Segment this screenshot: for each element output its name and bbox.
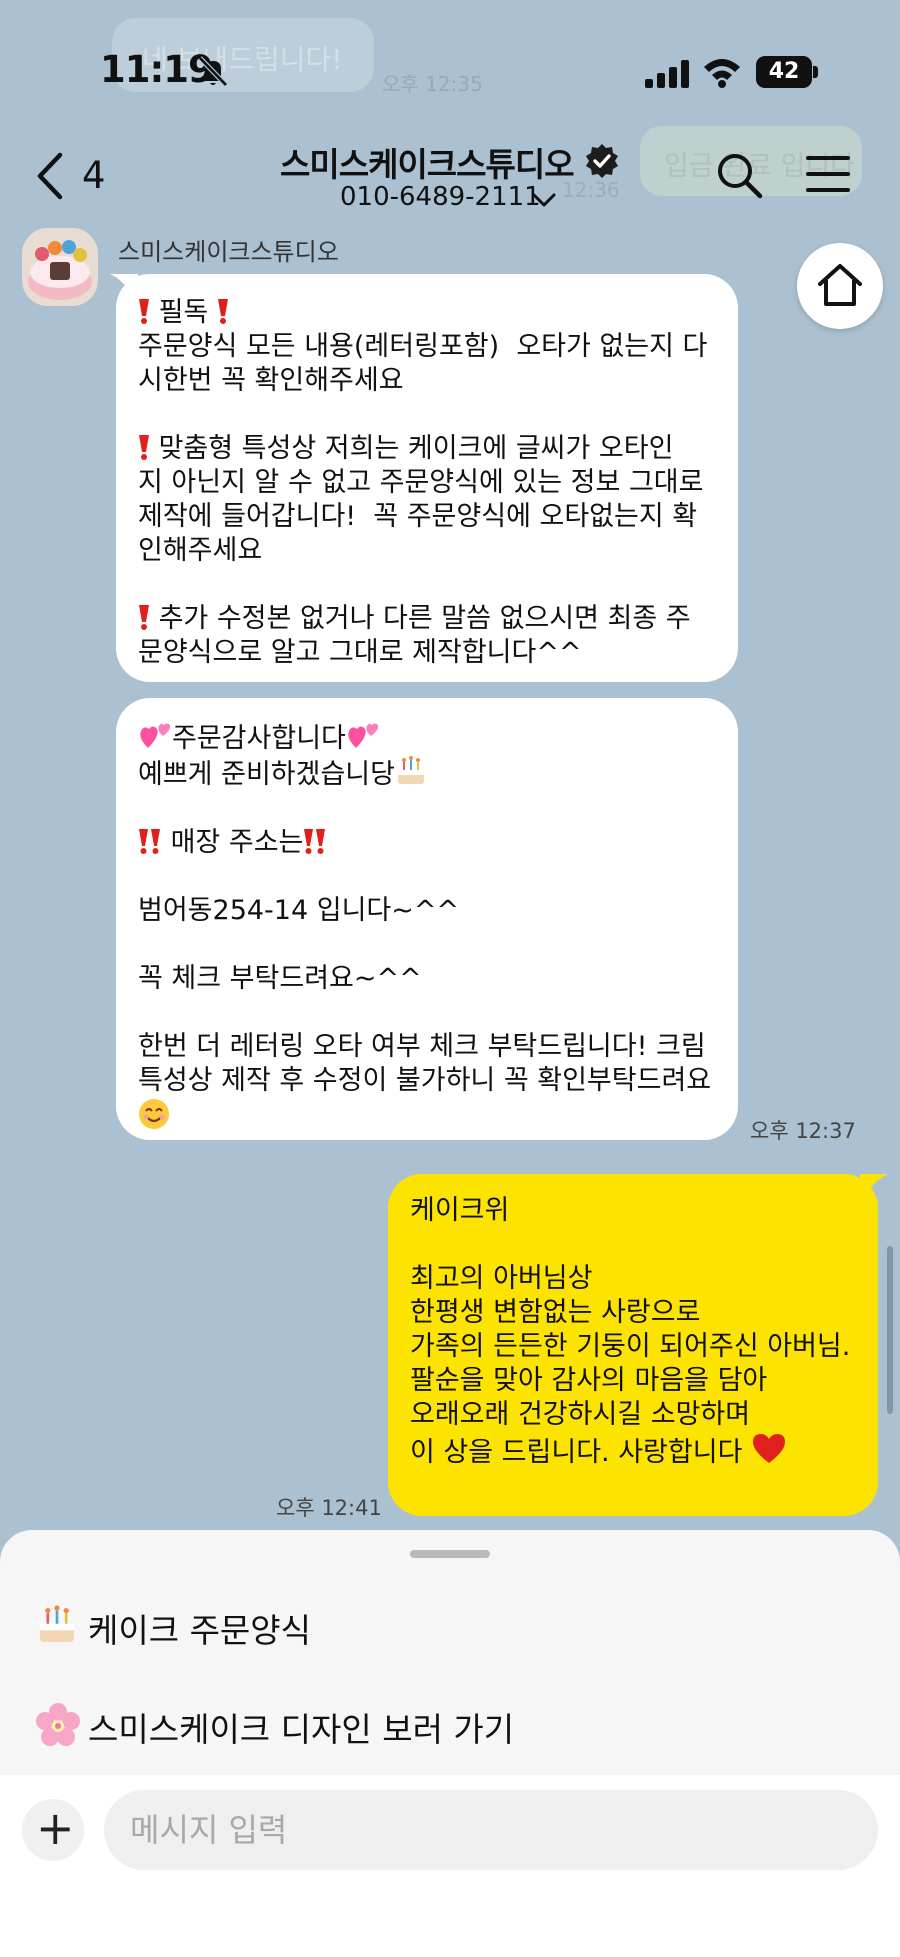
message-time-sent: 오후 12:41	[276, 1496, 382, 1520]
exclamation-icon	[139, 435, 149, 460]
message-text: 추가 수정본 없거나 다른 말씀 없으시면 최종 주 문양식으로 알고 그대로 …	[138, 603, 691, 668]
chevron-down-icon[interactable]	[530, 190, 558, 210]
birthday-cake-icon	[397, 756, 424, 784]
message-text: 예쁘게 준비하겠습니당	[138, 759, 395, 790]
battery-icon: 42	[756, 56, 818, 88]
message-time-received: 오후 12:37	[750, 1119, 856, 1143]
my-message-text-last-line: 이 상을 드립니다. 사랑합니다	[410, 1437, 751, 1468]
quick-menu-view-designs[interactable]: 스미스케이크 디자인 보러 가기	[36, 1693, 736, 1753]
message-text: 한번 더 레터링 오타 여부 체크 부탁드립니다! 크림 특성상 제작 후 수정…	[138, 1031, 712, 1096]
battery-cap	[813, 66, 818, 78]
message-text: 필독	[150, 297, 217, 328]
cake-photo-thumbnail	[22, 228, 98, 306]
message-composer: +	[0, 1775, 900, 1957]
double-exclamation-icon	[304, 829, 326, 854]
plus-icon: +	[36, 1801, 75, 1855]
exclamation-icon	[217, 299, 228, 324]
cherry-blossom-icon	[36, 1703, 80, 1746]
message-text: 맞춤형 특성상 저희는 케이크에 글씨가 오타인 지 아닌지 알 수 없고 주문…	[138, 433, 704, 566]
red-heart-icon	[753, 1434, 785, 1463]
message-bubble-thanks[interactable]: 주문감사합니다 예쁘게 준비하겠습니당 매장 주소는 범어동254-14 입니다…	[116, 698, 738, 1140]
chat-scrollbar[interactable]	[887, 1246, 893, 1414]
sheet-drag-handle[interactable]	[410, 1550, 490, 1558]
quick-menu-label: 스미스케이크 디자인 보러 가기	[88, 1710, 515, 1749]
two-hearts-icon	[348, 723, 379, 748]
smiling-face-icon	[139, 1099, 169, 1129]
message-input[interactable]	[104, 1790, 878, 1870]
bell-off-icon	[198, 56, 228, 87]
home-icon	[818, 264, 862, 306]
message-text: 주문감사합니다	[172, 723, 346, 754]
my-message-bubble[interactable]: 케이크위 최고의 아버님상 한평생 변함없는 사랑으로 가족의 든든한 기둥이 …	[388, 1174, 878, 1516]
message-text: 매장 주소는	[170, 827, 304, 858]
signal-icon	[645, 60, 689, 88]
chat-title[interactable]: 스미스케이크스튜디오	[280, 138, 575, 186]
chat-phone-number[interactable]: 010-6489-2111	[340, 182, 541, 212]
unread-chat-count: 4	[82, 154, 106, 197]
sender-name: 스미스케이크스튜디오	[118, 238, 339, 266]
wifi-icon	[704, 59, 740, 88]
message-text: 꼭 체크 부탁드려요~^^	[138, 963, 422, 994]
search-icon[interactable]	[714, 150, 764, 200]
sender-avatar[interactable]	[22, 228, 98, 306]
menu-icon[interactable]	[806, 152, 850, 196]
double-exclamation-icon	[139, 829, 160, 854]
birthday-cake-icon	[39, 1605, 75, 1643]
home-button[interactable]	[797, 243, 883, 329]
exclamation-icon	[139, 605, 149, 630]
exclamation-icon	[139, 299, 149, 324]
quick-menu-cake-order-form[interactable]: 케이크 주문양식	[36, 1594, 736, 1654]
back-button[interactable]: 4	[36, 148, 116, 204]
message-bubble-notice[interactable]: 필독 주문양식 모든 내용(레터링포함) 오타가 없는지 다 시한번 꼭 확인해…	[116, 274, 738, 682]
verified-badge-icon	[586, 144, 618, 178]
chevron-left-icon	[37, 152, 63, 200]
message-text: 주문양식 모든 내용(레터링포함) 오타가 없는지 다 시한번 꼭 확인해주세요	[138, 331, 708, 396]
attach-button[interactable]: +	[22, 1799, 84, 1861]
message-text: 범어동254-14 입니다~^^	[138, 895, 460, 926]
quick-menu-sheet: 케이크 주문양식 스미스케이크 디자인 보러 가기	[0, 1530, 900, 1775]
battery-level: 42	[756, 56, 812, 88]
quick-menu-label: 케이크 주문양식	[88, 1611, 312, 1650]
two-hearts-icon	[140, 723, 171, 748]
faded-previous-time: 오후 12:35	[382, 72, 483, 96]
my-message-text: 케이크위 최고의 아버님상 한평생 변함없는 사랑으로 가족의 든든한 기둥이 …	[410, 1195, 851, 1430]
